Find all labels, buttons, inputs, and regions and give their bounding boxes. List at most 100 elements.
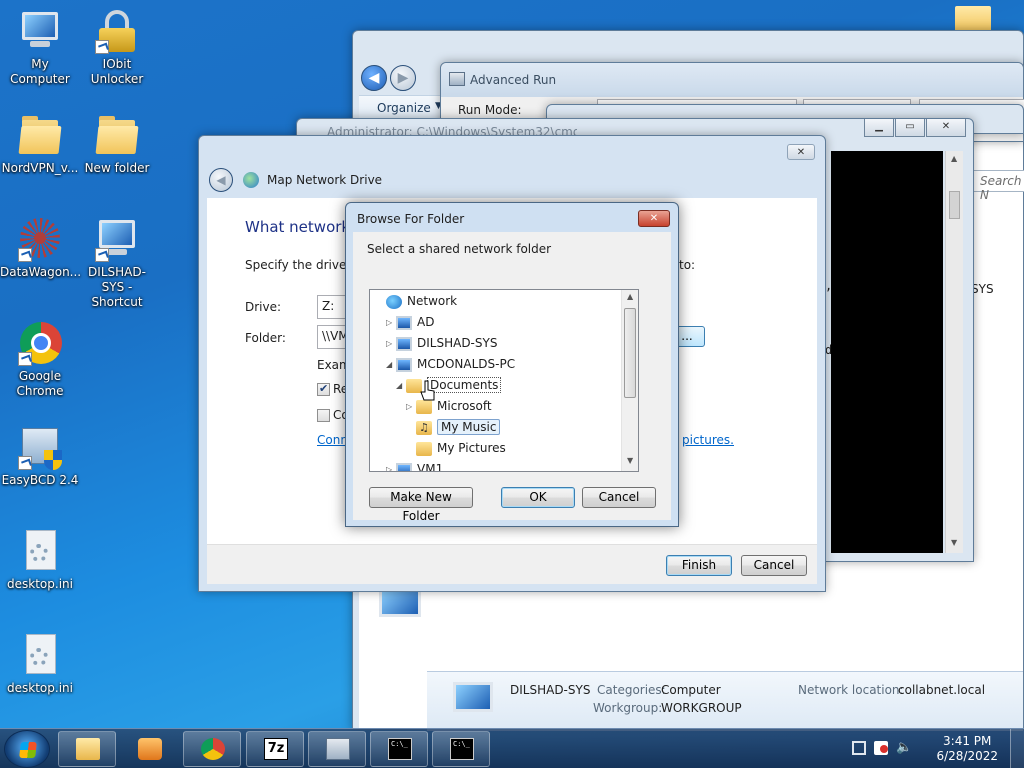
computer-icon xyxy=(16,10,64,54)
connect-link[interactable]: Conn xyxy=(317,433,348,447)
cancel-button[interactable]: Cancel xyxy=(582,487,656,508)
tree-item[interactable]: My Pictures xyxy=(406,438,506,458)
advanced-run-taskbar-button[interactable] xyxy=(308,731,366,767)
windows-logo-icon xyxy=(19,742,37,758)
desktop-icon-google-chrome[interactable]: Google Chrome xyxy=(0,322,80,399)
close-button[interactable]: ✕ xyxy=(926,119,966,137)
search-input[interactable]: Search N xyxy=(973,170,1024,202)
title-bar: Advanced Run xyxy=(441,63,1023,97)
desktop-icon-dilshad-sys-shortcut[interactable]: DILSHAD-SYS - Shortcut xyxy=(77,218,157,310)
cmd-taskbar-button-2[interactable]: C:\_ xyxy=(432,731,490,767)
desktop-icon-datawagon[interactable]: DataWagon... xyxy=(0,218,82,280)
computer-icon xyxy=(396,336,412,351)
back-button[interactable]: ◀ xyxy=(209,168,233,192)
folder-icon[interactable] xyxy=(955,6,991,32)
check-icon: ✔ xyxy=(319,382,329,395)
cmd-taskbar-button-1[interactable]: C:\_ xyxy=(370,731,428,767)
chrome-taskbar-button[interactable] xyxy=(183,731,241,767)
desktop-icon-new-folder[interactable]: New folder xyxy=(77,114,157,176)
system-tray: 🔈 3:41 PM 6/28/2022 xyxy=(844,729,1024,768)
expand-arrow-icon[interactable]: ▷ xyxy=(386,460,396,472)
start-button[interactable] xyxy=(4,730,50,768)
tree-item[interactable]: ▷ VM1 xyxy=(386,459,443,472)
details-computer-name: DILSHAD-SYS xyxy=(510,683,591,697)
desktop-icon-easybcd[interactable]: EasyBCD 2.4 xyxy=(0,426,80,488)
minimize-button[interactable]: ▁ xyxy=(864,119,894,137)
collapse-arrow-icon[interactable]: ◢ xyxy=(396,376,406,396)
reconnect-checkbox[interactable]: ✔ xyxy=(317,382,330,396)
easybcd-icon xyxy=(16,426,64,470)
close-button[interactable]: ✕ xyxy=(787,144,815,160)
make-new-folder-label: Make New Folder xyxy=(390,490,452,523)
make-new-folder-button[interactable]: Make New Folder xyxy=(369,487,473,523)
tree-item[interactable]: ▷ Microsoft xyxy=(406,396,492,416)
desktop-icon-desktop-ini-2[interactable]: desktop.ini xyxy=(0,634,80,696)
tree-item-label: Documents xyxy=(427,377,502,393)
vertical-scrollbar[interactable]: ▲ ▼ xyxy=(945,151,963,553)
different-credentials-checkbox[interactable] xyxy=(317,409,330,422)
network-tray-icon[interactable] xyxy=(852,741,866,755)
scroll-up-icon[interactable]: ▲ xyxy=(627,292,633,301)
tree-item-label: Network xyxy=(407,294,458,308)
tree-item-label: My Music xyxy=(437,419,501,435)
ok-button[interactable]: OK xyxy=(501,487,575,508)
folder-tree[interactable]: Network ▷ AD ▷ DILSHAD-SYS ◢ MCDONALDS-PC ◢ Docu… xyxy=(369,289,639,472)
desktop-icon-label: desktop.ini xyxy=(7,577,73,591)
tree-item[interactable]: ▷ AD xyxy=(386,312,434,332)
details-categories-label: Categories: xyxy=(597,683,666,697)
scroll-thumb[interactable] xyxy=(624,308,636,398)
volume-icon[interactable]: 🔈 xyxy=(896,740,912,755)
scroll-up-icon[interactable]: ▲ xyxy=(951,154,957,163)
app-icon xyxy=(326,738,350,760)
maximize-button[interactable]: ▭ xyxy=(895,119,925,137)
tree-item-label: MCDONALDS-PC xyxy=(417,357,516,371)
action-center-icon[interactable] xyxy=(874,741,888,755)
expand-arrow-icon[interactable]: ▷ xyxy=(386,334,396,354)
finish-button[interactable]: Finish xyxy=(666,555,732,576)
clock[interactable]: 3:41 PM 6/28/2022 xyxy=(936,734,998,764)
desktop-icon-desktop-ini-1[interactable]: desktop.ini xyxy=(0,530,80,592)
tree-item[interactable]: My Music xyxy=(406,417,501,438)
pictures-link[interactable]: pictures. xyxy=(682,433,734,447)
cancel-button[interactable]: Cancel xyxy=(741,555,807,576)
organize-menu[interactable]: Organize xyxy=(377,101,431,115)
expand-arrow-icon[interactable]: ▷ xyxy=(406,397,416,417)
desktop-icon-label: New folder xyxy=(84,161,150,175)
desktop-icon-label: DataWagon... xyxy=(0,265,82,279)
tree-item[interactable]: ◢ Documents xyxy=(396,375,502,396)
datawagon-icon xyxy=(16,218,64,262)
scroll-thumb[interactable] xyxy=(949,191,960,219)
scroll-down-icon[interactable]: ▼ xyxy=(627,456,633,465)
tree-item-label: My Pictures xyxy=(437,441,506,455)
close-button[interactable]: ✕ xyxy=(638,210,670,227)
desktop-icon-nordvpn[interactable]: NordVPN_v... xyxy=(0,114,80,176)
desktop-icon-iobit-unlocker[interactable]: IObit Unlocker xyxy=(77,10,157,87)
ok-button-label: OK xyxy=(529,490,547,504)
forward-button[interactable]: ▶ xyxy=(390,65,416,91)
clock-date: 6/28/2022 xyxy=(936,749,998,763)
desktop-icon-my-computer[interactable]: My Computer xyxy=(0,10,80,87)
dialog-client: Select a shared network folder Network ▷ A… xyxy=(353,232,671,523)
cancel-button-label: Cancel xyxy=(598,490,640,504)
tree-item[interactable]: ▷ DILSHAD-SYS xyxy=(386,333,497,353)
collapse-arrow-icon[interactable]: ◢ xyxy=(386,355,396,375)
console-screen[interactable] xyxy=(831,151,943,553)
finish-button-label: Finish xyxy=(681,558,717,572)
explorer-taskbar-button[interactable] xyxy=(58,731,116,767)
media-player-taskbar-button[interactable] xyxy=(120,731,178,767)
drive-value: Z: xyxy=(322,299,335,313)
vertical-scrollbar[interactable]: ▲ ▼ xyxy=(621,290,638,471)
folder-icon xyxy=(76,738,100,760)
folder-icon xyxy=(93,114,141,158)
tree-item[interactable]: Network xyxy=(376,291,457,311)
tree-item[interactable]: ◢ MCDONALDS-PC xyxy=(386,354,515,374)
details-pane: DILSHAD-SYS Categories: Computer Workgro… xyxy=(427,671,1023,731)
scroll-down-icon[interactable]: ▼ xyxy=(951,538,957,547)
back-button[interactable]: ◀ xyxy=(361,65,387,91)
drive-label: Drive: xyxy=(245,300,282,314)
browse-for-folder-dialog[interactable]: Browse For Folder ✕ Select a shared netw… xyxy=(345,202,679,527)
show-desktop-button[interactable] xyxy=(1010,729,1024,768)
expand-arrow-icon[interactable]: ▷ xyxy=(386,313,396,333)
tree-item-label: DILSHAD-SYS xyxy=(417,336,498,350)
7zip-taskbar-button[interactable]: 7z xyxy=(246,731,304,767)
